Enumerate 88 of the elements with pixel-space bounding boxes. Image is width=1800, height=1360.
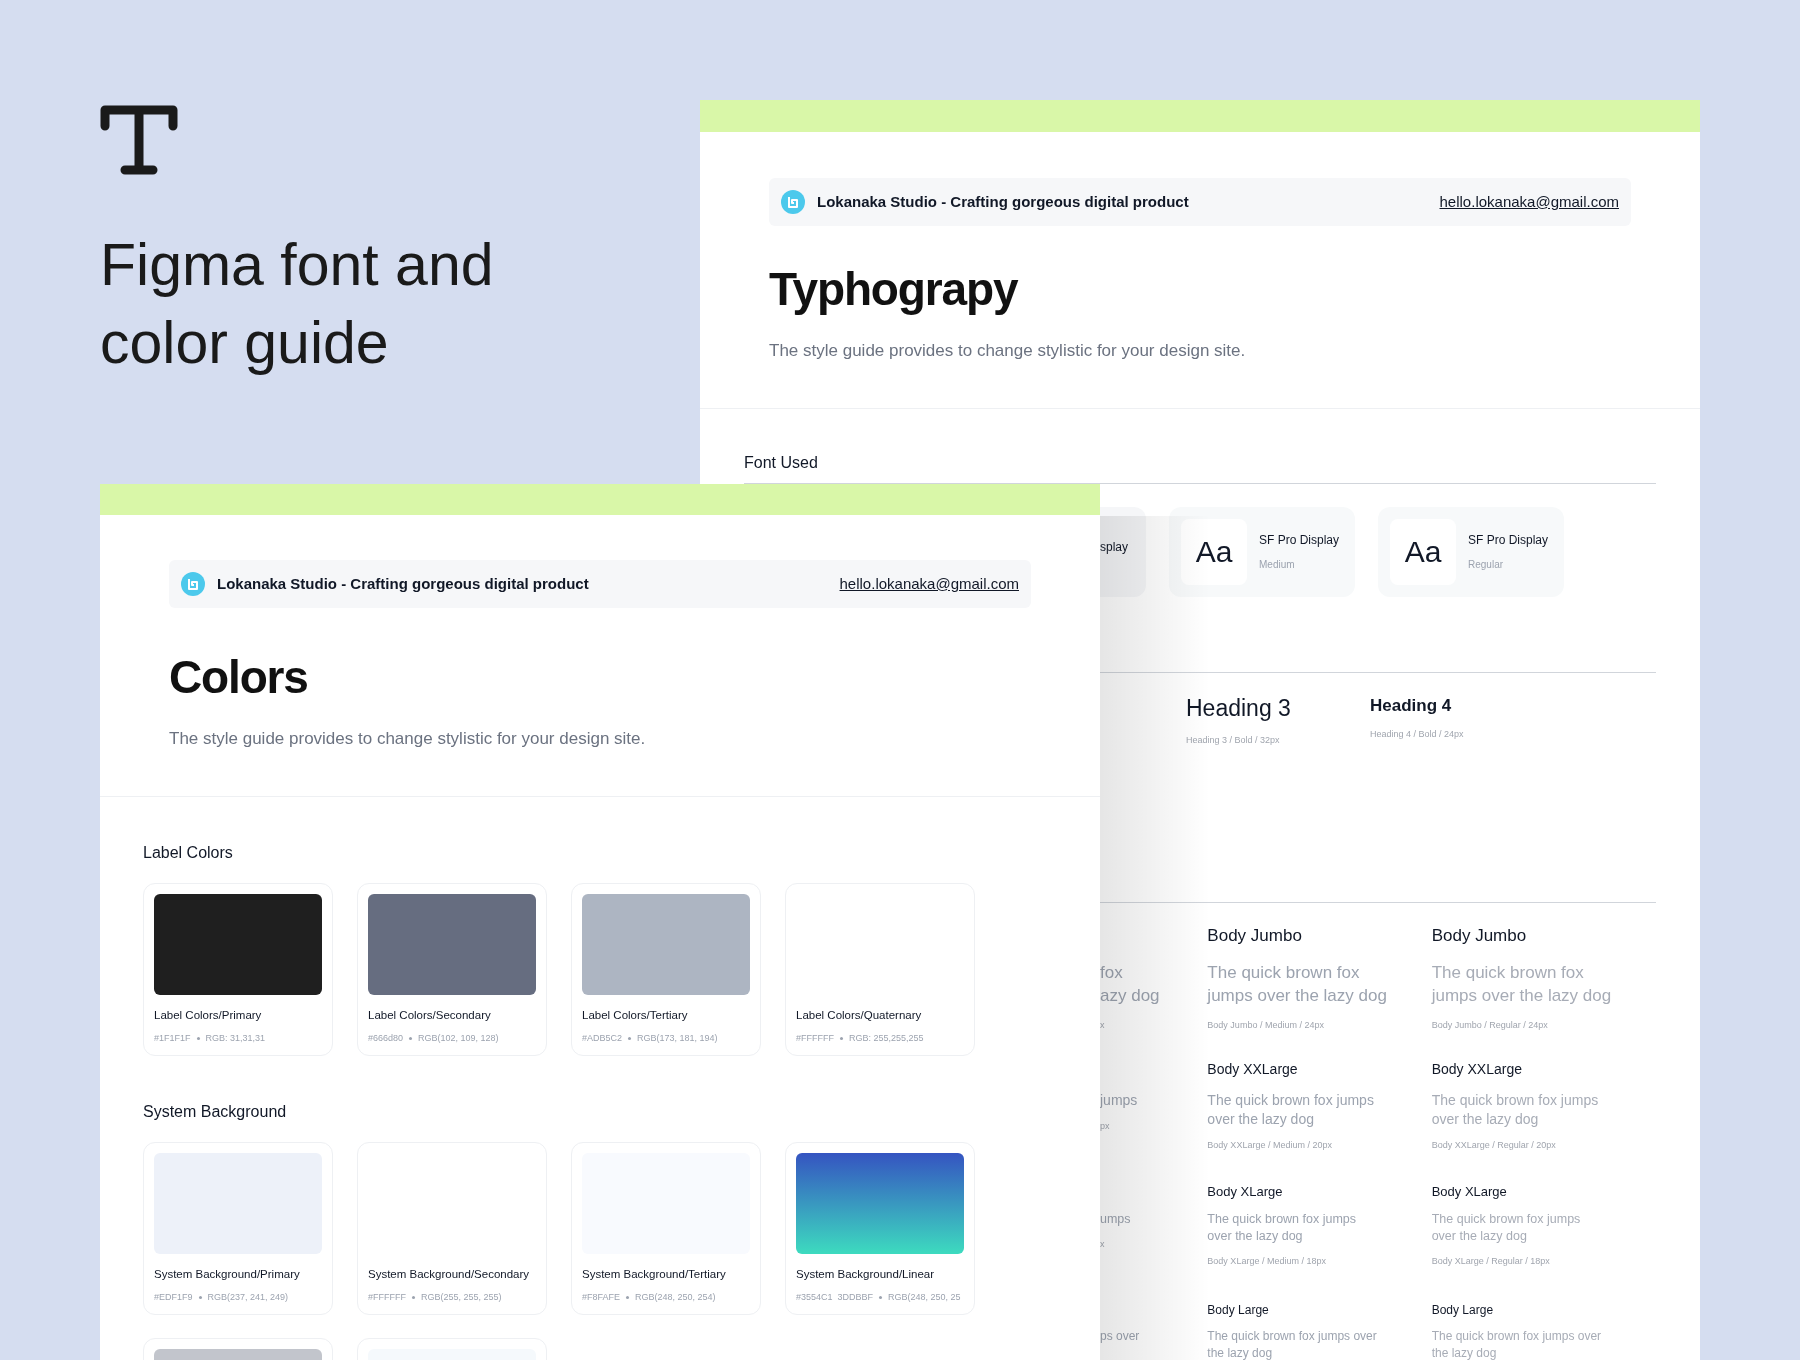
heading-caption: Heading 3 / Bold / 32px (1186, 733, 1281, 747)
email-link[interactable]: hello.lokanaka@gmail.com (1439, 190, 1619, 214)
style-caption: Body XLarge / Regular / 18px (1431, 1254, 1551, 1268)
sample-text: the lazy dog (1207, 1344, 1274, 1360)
rgb-value: RGB: 255,255,255 (849, 1031, 924, 1045)
sample-text: jumps over the lazy dog (1207, 984, 1388, 1007)
style-name: Body XLarge (1431, 1184, 1508, 1201)
text-tool-icon (100, 104, 178, 176)
rgb-value: RGB(102, 109, 128) (418, 1031, 499, 1045)
style-name: Body XLarge (1207, 1184, 1284, 1201)
heading-caption: Heading 4 / Bold / 24px (1370, 727, 1465, 741)
hex-value: #FFFFFF (368, 1290, 406, 1304)
sample-text: over the lazy dog (1207, 1109, 1315, 1129)
page-subtitle: The style guide provides to change stylistic for your design site. (769, 340, 1247, 362)
logo-icon (781, 190, 805, 214)
sample-text: The quick brown fox jumps over (1431, 1327, 1603, 1345)
sample-text: The quick brown fox jumps over (1207, 1327, 1378, 1345)
color-name: Label Colors/Tertiary (582, 1007, 689, 1023)
style-caption: px (1100, 1119, 1111, 1133)
sample-text: over the lazy dog (1431, 1227, 1528, 1245)
sample-text: The quick brown fox (1207, 961, 1361, 984)
hex-value: #3554C1 3DDBBF (796, 1290, 874, 1304)
style-caption: Body XLarge / Medium / 18px (1207, 1254, 1327, 1268)
sample-text: over the lazy dog (1207, 1227, 1304, 1245)
sample-text: The quick brown fox (1431, 961, 1585, 984)
style-caption: x (1100, 1018, 1106, 1032)
style-name: Body XXLarge (1431, 1061, 1523, 1079)
hex-value: #FFFFFF (796, 1031, 834, 1045)
font-weight: Medium (1259, 557, 1296, 572)
hex-value: #1F1F1F (154, 1031, 191, 1045)
style-name: Body Jumbo (1207, 926, 1303, 947)
section-title: System Background (143, 1102, 287, 1120)
hero-title: color guide (100, 309, 390, 378)
heading-sample: Heading 3 (1186, 696, 1292, 720)
hex-value: #EDF1F9 (154, 1290, 193, 1304)
sample-text: umps (1100, 1210, 1132, 1228)
sample-text: fox (1100, 961, 1124, 984)
style-name: Body Large (1207, 1303, 1270, 1319)
sample-text: the lazy dog (1431, 1344, 1498, 1360)
hex-value: #F8FAFE (582, 1290, 620, 1304)
style-name: Body Large (1431, 1303, 1495, 1319)
sample-text: jumps (1100, 1090, 1139, 1110)
heading-sample: Heading 4 (1370, 696, 1453, 714)
font-sample: Aa (1390, 518, 1456, 585)
style-caption: x (1100, 1237, 1106, 1251)
color-name: System Background/Primary (154, 1266, 301, 1282)
font-name: SF Pro Display (1468, 531, 1549, 549)
sample-text: The quick brown fox jumps (1207, 1210, 1358, 1228)
rgb-value: RGB(173, 181, 194) (637, 1031, 718, 1045)
page-subtitle: The style guide provides to change stylistic for your design site. (169, 728, 647, 750)
sample-text: The quick brown fox jumps (1431, 1210, 1582, 1228)
style-caption: Body XXLarge / Medium / 20px (1207, 1138, 1333, 1152)
hero-title: Figma font and (100, 231, 494, 300)
rgb-value: RGB(255, 255, 255) (421, 1290, 502, 1304)
font-name: splay (1100, 539, 1128, 554)
color-name: Label Colors/Quaternary (796, 1007, 923, 1023)
color-name: System Background/Secondary (368, 1266, 531, 1282)
sample-text: over the lazy dog (1431, 1109, 1540, 1129)
hex-value: #ADB5C2 (582, 1031, 623, 1045)
studio-name: Lokanaka Studio - Crafting gorgeous digital product (817, 191, 1189, 212)
sample-text: jumps over the lazy dog (1431, 984, 1613, 1007)
rgb-value: RGB(237, 241, 249) (207, 1290, 289, 1304)
color-name: Label Colors/Primary (154, 1007, 263, 1023)
sample-text: The quick brown fox jumps (1431, 1090, 1600, 1110)
rgb-value: RGB: 31,31,31 (205, 1031, 266, 1045)
color-name: System Background/Linear (796, 1266, 936, 1282)
style-caption: Body Jumbo / Regular / 24px (1431, 1018, 1549, 1032)
studio-name: Lokanaka Studio - Crafting gorgeous digital product (217, 573, 589, 594)
style-name: Body XXLarge (1207, 1061, 1299, 1079)
rgb-value: RGB(248, 250, 254) (635, 1290, 716, 1304)
style-name: Body Jumbo (1431, 926, 1528, 947)
sample-text: azy dog (1100, 984, 1161, 1007)
style-caption: Body XXLarge / Regular / 20px (1431, 1138, 1557, 1152)
style-caption: Body Jumbo / Medium / 24px (1207, 1018, 1325, 1032)
section-title: Font Used (744, 453, 818, 471)
font-sample: Aa (1181, 518, 1247, 585)
color-name: Label Colors/Secondary (368, 1007, 492, 1023)
section-title: Label Colors (143, 843, 233, 861)
font-name: SF Pro Display (1259, 531, 1340, 549)
email-link[interactable]: hello.lokanaka@gmail.com (839, 572, 1019, 596)
sample-text: ps over (1100, 1327, 1141, 1345)
sample-text: The quick brown fox jumps (1207, 1090, 1375, 1110)
logo-icon (181, 572, 205, 596)
color-name: System Background/Tertiary (582, 1266, 727, 1282)
rgb-value: RGB(248, 250, 25 (888, 1290, 961, 1304)
hex-value: #666d80 (368, 1031, 404, 1045)
page-title: Colors (169, 654, 309, 700)
font-weight: Regular (1468, 557, 1505, 572)
